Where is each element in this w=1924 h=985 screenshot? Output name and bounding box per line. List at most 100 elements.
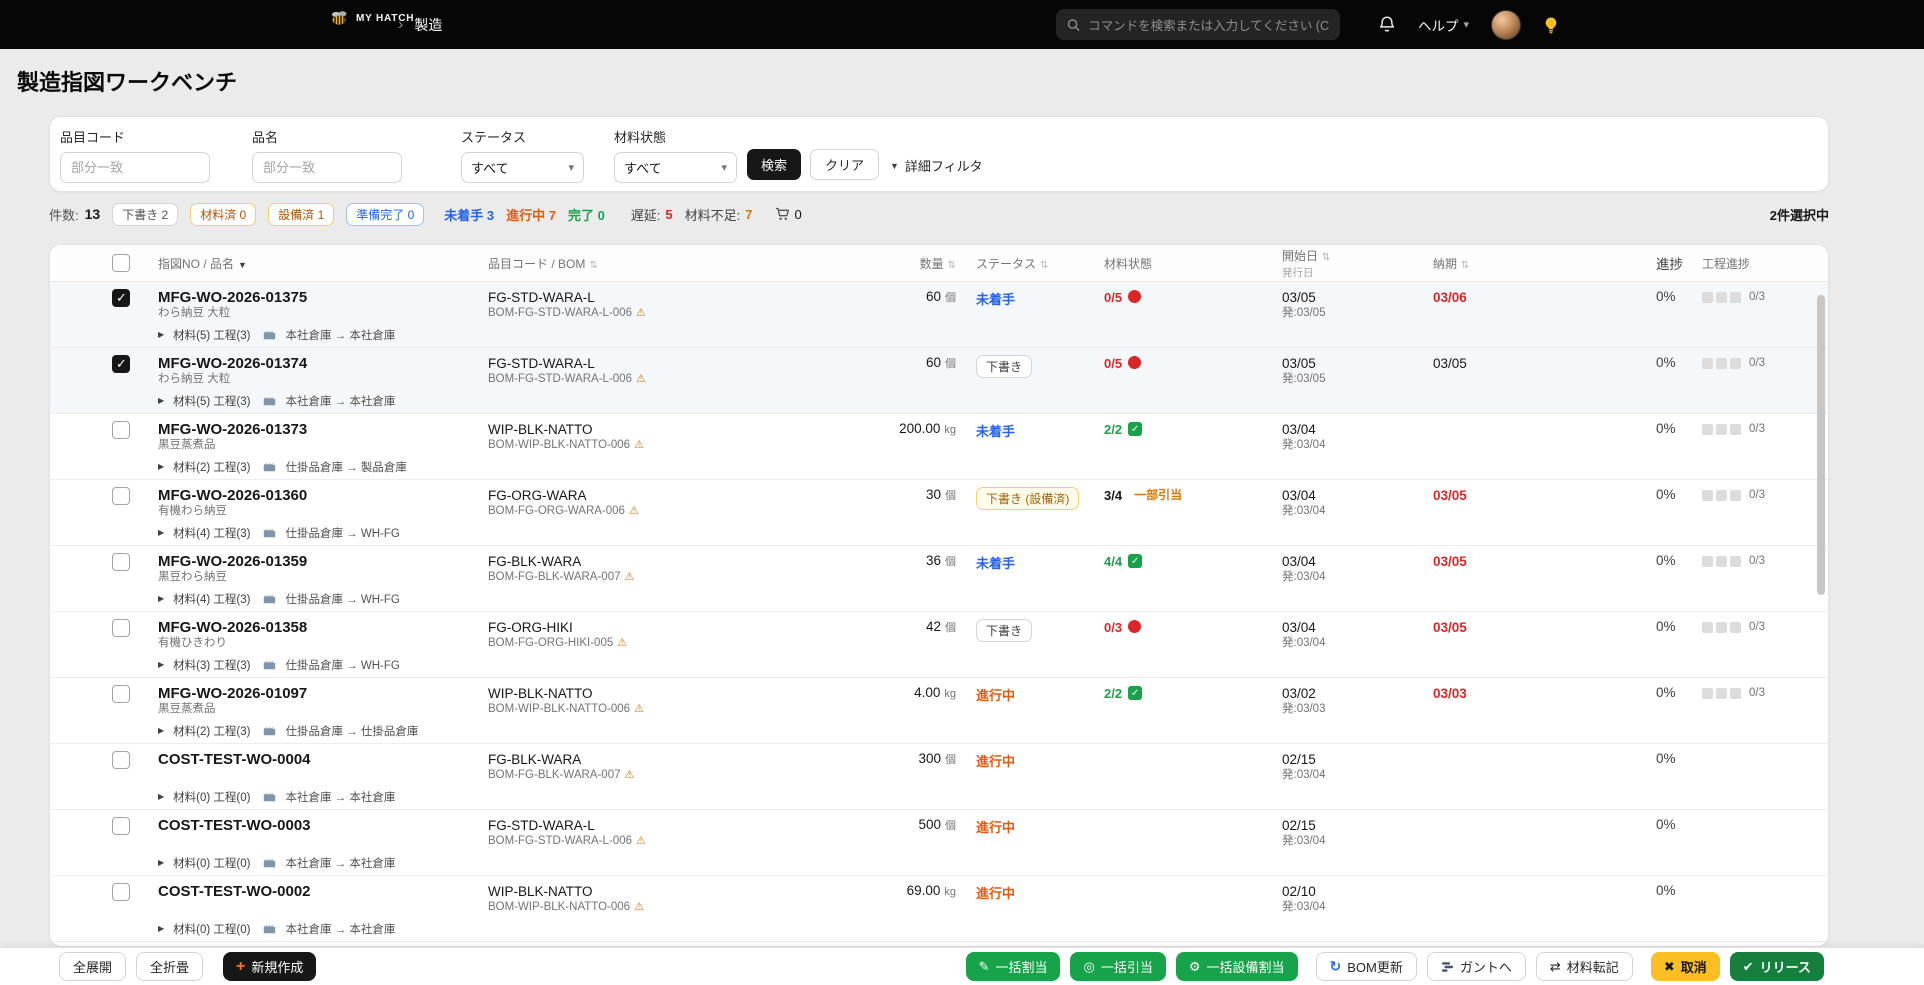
expand-icon[interactable]: ▶	[158, 528, 164, 537]
table-row[interactable]: MFG-WO-2026-01373黒豆蒸煮品 WIP-BLK-NATTOBOM-…	[50, 414, 1828, 480]
expand-icon[interactable]: ▶	[158, 858, 164, 867]
warehouse-icon	[263, 857, 276, 868]
command-search-input[interactable]: コマンドを検索または入力してください (C	[1056, 9, 1340, 40]
start-date: 03/04発:03/04	[1274, 546, 1425, 584]
expand-icon[interactable]: ▶	[158, 594, 164, 603]
row-detail[interactable]: ▶ 材料(5) 工程(3) 本社倉庫 → 本社倉庫	[50, 322, 1828, 347]
table-row[interactable]: MFG-WO-2026-01358有機ひきわり FG-ORG-HIKIBOM-F…	[50, 612, 1828, 678]
row-checkbox[interactable]	[112, 751, 130, 769]
filter-pill-material-done[interactable]: 材料済 0	[190, 203, 256, 226]
row-checkbox[interactable]	[112, 289, 130, 307]
status-badge: 進行中	[976, 754, 1015, 769]
search-button[interactable]: 検索	[747, 149, 801, 180]
table-row[interactable]: MFG-WO-2026-01374わら納豆 大粒 FG-STD-WARA-LBO…	[50, 348, 1828, 414]
row-checkbox[interactable]	[112, 685, 130, 703]
summary-bar: 件数: 13 下書き 2 材料済 0 設備済 1 準備完了 0 未着手 3 進行…	[49, 202, 1829, 226]
column-header-code[interactable]: 品目コード / BOM⇅	[468, 255, 868, 272]
row-detail[interactable]: ▶ 材料(2) 工程(3) 仕掛品倉庫 → 仕掛品倉庫	[50, 718, 1828, 743]
table-row[interactable]: MFG-WO-2026-01097黒豆蒸煮品 WIP-BLK-NATTOBOM-…	[50, 678, 1828, 744]
table-row[interactable]: COST-TEST-WO-0003 FG-STD-WARA-LBOM-FG-ST…	[50, 810, 1828, 876]
material-status-icon	[1128, 356, 1141, 369]
bulk-equipment-assign-button[interactable]: ⚙ 一括設備割当	[1176, 952, 1298, 981]
table-scrollbar[interactable]	[1817, 295, 1825, 595]
row-checkbox[interactable]	[112, 619, 130, 637]
filter-pill-ready[interactable]: 準備完了 0	[346, 203, 424, 226]
row-detail[interactable]: ▶ 材料(0) 工程(0) 本社倉庫 → 本社倉庫	[50, 916, 1828, 941]
breadcrumb-current[interactable]: 製造	[414, 15, 442, 35]
select-all-checkbox[interactable]	[112, 254, 130, 272]
order-number: MFG-WO-2026-01375	[158, 289, 468, 306]
column-header-due[interactable]: 納期⇅	[1425, 255, 1648, 272]
release-button[interactable]: ✔ リリース	[1730, 952, 1824, 981]
expand-all-button[interactable]: 全展開	[59, 952, 126, 981]
due-date: 03/06	[1433, 290, 1467, 305]
bom-update-button[interactable]: ↻ BOM更新	[1316, 952, 1417, 981]
column-header-qty[interactable]: 数量⇅	[868, 255, 968, 272]
column-header-status[interactable]: ステータス⇅	[968, 255, 1096, 272]
table-row[interactable]: MFG-WO-2026-01375わら納豆 大粒 FG-STD-WARA-LBO…	[50, 282, 1828, 348]
user-avatar[interactable]	[1491, 10, 1521, 40]
lightbulb-icon[interactable]	[1543, 16, 1559, 34]
row-checkbox[interactable]	[112, 421, 130, 439]
advanced-filter-toggle[interactable]: ▼ 詳細フィルタ	[890, 156, 983, 175]
material-status: 3/4一部引当	[1096, 480, 1274, 504]
bulk-assign-button[interactable]: ✎ 一括割当	[966, 952, 1061, 981]
expand-icon[interactable]: ▶	[158, 924, 164, 933]
item-name-input[interactable]	[252, 152, 402, 183]
row-detail[interactable]: ▶ 材料(2) 工程(3) 仕掛品倉庫 → 製品倉庫	[50, 454, 1828, 479]
progress: 0%	[1648, 414, 1694, 436]
collapse-all-button[interactable]: 全折畳	[136, 952, 203, 981]
table-row[interactable]: MFG-WO-2026-01359黒豆わら納豆 FG-BLK-WARABOM-F…	[50, 546, 1828, 612]
order-number: MFG-WO-2026-01360	[158, 487, 468, 504]
bulk-reserve-button[interactable]: ◎ 一括引当	[1070, 952, 1165, 981]
row-detail[interactable]: ▶ 材料(4) 工程(3) 仕掛品倉庫 → WH-FG	[50, 520, 1828, 545]
column-header-start[interactable]: 開始日⇅ 発行日	[1274, 247, 1425, 280]
expand-icon[interactable]: ▶	[158, 396, 164, 405]
material-status: 2/2	[1096, 414, 1274, 438]
help-menu[interactable]: ヘルプ ▾	[1418, 15, 1469, 35]
warehouse-icon	[263, 395, 276, 406]
row-detail[interactable]: ▶ 材料(0) 工程(0) 本社倉庫 → 本社倉庫	[50, 850, 1828, 875]
warehouse-icon	[263, 593, 276, 604]
row-checkbox[interactable]	[112, 487, 130, 505]
create-new-button[interactable]: + 新規作成	[223, 952, 316, 981]
notification-bell-icon[interactable]	[1378, 15, 1396, 34]
refresh-icon: ↻	[1330, 958, 1342, 975]
material-select[interactable]: すべて ▾	[614, 152, 737, 183]
material-status-icon	[1128, 554, 1142, 568]
warehouse-icon	[263, 923, 276, 934]
row-detail[interactable]: ▶ 材料(5) 工程(3) 本社倉庫 → 本社倉庫	[50, 388, 1828, 413]
row-checkbox[interactable]	[112, 355, 130, 373]
expand-icon[interactable]: ▶	[158, 792, 164, 801]
row-checkbox[interactable]	[112, 883, 130, 901]
order-number: MFG-WO-2026-01358	[158, 619, 468, 636]
table-row[interactable]: COST-TEST-WO-0002 WIP-BLK-NATTOBOM-WIP-B…	[50, 876, 1828, 942]
filter-pill-draft[interactable]: 下書き 2	[112, 203, 178, 226]
material-posting-button[interactable]: ⇄ 材料転記	[1536, 952, 1633, 981]
expand-icon[interactable]: ▶	[158, 660, 164, 669]
expand-icon[interactable]: ▶	[158, 726, 164, 735]
row-detail[interactable]: ▶ 材料(0) 工程(0) 本社倉庫 → 本社倉庫	[50, 784, 1828, 809]
filter-pill-equipment-done[interactable]: 設備済 1	[268, 203, 334, 226]
item-code: FG-STD-WARA-L	[488, 289, 868, 306]
clear-button[interactable]: クリア	[810, 149, 879, 180]
order-number: COST-TEST-WO-0002	[158, 883, 468, 900]
table-row[interactable]: COST-TEST-WO-0004 FG-BLK-WARABOM-FG-BLK-…	[50, 744, 1828, 810]
row-checkbox[interactable]	[112, 817, 130, 835]
item-code: WIP-BLK-NATTO	[488, 421, 868, 438]
table-row[interactable]: MFG-WO-2026-01360有機わら納豆 FG-ORG-WARABOM-F…	[50, 480, 1828, 546]
gantt-button[interactable]: ガントへ	[1427, 952, 1526, 981]
bom-code: BOM-FG-ORG-WARA-006⚠	[488, 504, 868, 518]
status-select[interactable]: すべて ▾	[461, 152, 584, 183]
warehouse-icon	[263, 329, 276, 340]
warning-icon: ⚠	[636, 834, 646, 848]
column-header-material[interactable]: 材料状態	[1096, 255, 1274, 272]
item-code-input[interactable]	[60, 152, 210, 183]
row-checkbox[interactable]	[112, 553, 130, 571]
expand-icon[interactable]: ▶	[158, 462, 164, 471]
row-detail[interactable]: ▶ 材料(3) 工程(3) 仕掛品倉庫 → WH-FG	[50, 652, 1828, 677]
column-header-order[interactable]: 指図NO / 品名▼	[138, 255, 468, 272]
cancel-button[interactable]: ✖ 取消	[1651, 952, 1720, 981]
expand-icon[interactable]: ▶	[158, 330, 164, 339]
row-detail[interactable]: ▶ 材料(4) 工程(3) 仕掛品倉庫 → WH-FG	[50, 586, 1828, 611]
